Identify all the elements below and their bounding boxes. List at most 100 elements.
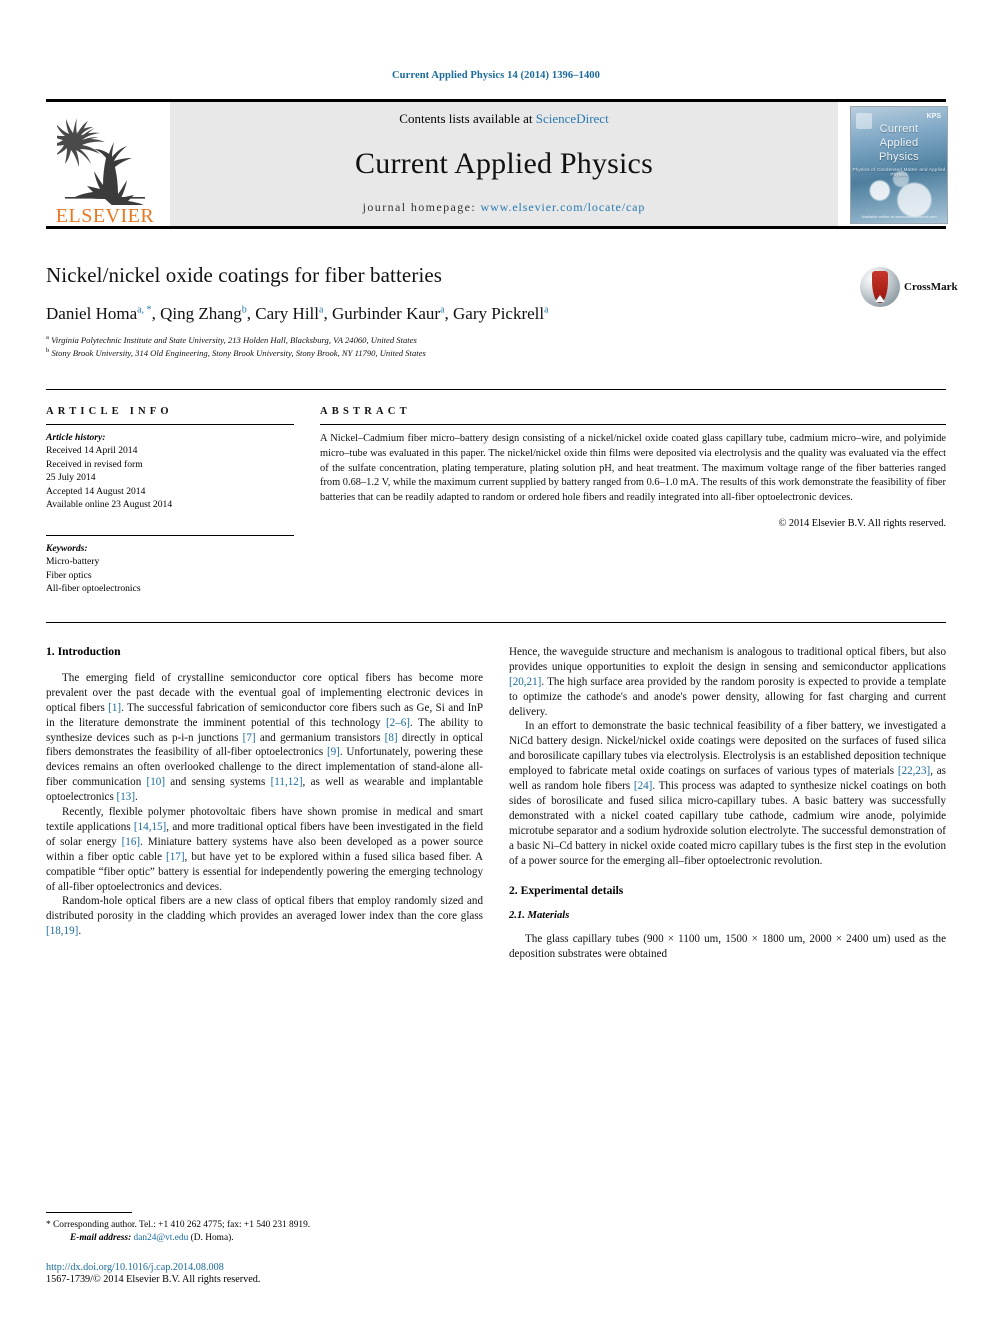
citation-ref[interactable]: [14,15] (134, 821, 166, 833)
affiliation-text: Virginia Polytechnic Institute and State… (51, 334, 417, 345)
crossmark-arrow-icon (875, 295, 885, 302)
citation-ref[interactable]: [20,21] (509, 676, 541, 688)
abstract-rule (320, 424, 946, 425)
author-name: Qing Zhang (160, 304, 242, 323)
abstract-copyright: © 2014 Elsevier B.V. All rights reserved… (778, 517, 946, 529)
doi-link[interactable]: http://dx.doi.org/10.1016/j.cap.2014.08.… (46, 1262, 486, 1273)
article-history-item: 25 July 2014 (46, 472, 96, 484)
issn-copyright-line: 1567-1739/© 2014 Elsevier B.V. All right… (46, 1274, 261, 1285)
citation-ref[interactable]: [9] (327, 746, 340, 758)
journal-title: Current Applied Physics (355, 146, 653, 180)
author-item: Cary Hilla (255, 304, 323, 323)
paragraph: The emerging field of crystalline semico… (46, 671, 484, 804)
citation-ref[interactable]: [8] (385, 732, 398, 744)
crossmark-label: CrossMark (904, 281, 958, 293)
article-history-item: Available online 23 August 2014 (46, 499, 173, 511)
footnote-block: * Corresponding author. Tel.: +1 410 262… (46, 1211, 486, 1285)
citation-ref[interactable]: [10] (147, 776, 165, 788)
citation-ref[interactable]: [22,23] (898, 765, 930, 777)
cover-title-line2: Applied (879, 137, 919, 149)
keyword-item: Fiber optics (46, 569, 92, 581)
author-affil-mark: a (440, 304, 445, 316)
author-affil-mark: a (544, 304, 549, 316)
cover-title-line1: Current (879, 123, 919, 135)
crossmark-badge[interactable]: CrossMark (860, 265, 958, 309)
email-link[interactable]: dan24@vt.edu (134, 1233, 189, 1243)
affiliation-line: b Stony Brook University, 314 Old Engine… (46, 346, 946, 359)
author-name: Gurbinder Kaur (331, 304, 441, 323)
page-title: Nickel/nickel oxide coatings for fiber b… (46, 263, 443, 287)
author-affil-mark: a, * (137, 304, 152, 316)
title-block: Nickel/nickel oxide coatings for fiber b… (46, 263, 958, 371)
cover-image: KPS Current Applied Physics Physics of C… (850, 106, 948, 224)
citation-ref[interactable]: [16] (122, 836, 140, 848)
journal-article-page: Current Applied Physics 14 (2014) 1396–1… (0, 0, 992, 1323)
citation-ref[interactable]: [18,19] (46, 925, 78, 937)
author-affil-mark: a (319, 304, 324, 316)
abstract-text: A Nickel–Cadmium fiber micro–battery des… (320, 433, 946, 504)
crossmark-icon (860, 267, 900, 307)
paragraph: Hence, the waveguide structure and mecha… (509, 645, 946, 718)
author-name: Gary Pickrell (453, 304, 545, 323)
citation-ref[interactable]: [13] (117, 791, 135, 803)
keywords-label: Keywords: (46, 543, 88, 555)
author-item: Daniel Homaa, * (46, 304, 152, 323)
paragraph: Recently, flexible polymer photovoltaic … (46, 806, 483, 893)
citation-ref[interactable]: [1] (108, 702, 121, 714)
body-columns: 1. Introduction The emerging field of cr… (46, 645, 946, 962)
keyword-item: Micro-battery (46, 556, 100, 568)
author-name: Daniel Homa (46, 304, 138, 323)
paragraph: In an effort to demonstrate the basic te… (509, 720, 947, 867)
contents-list-line: Contents lists available at ScienceDirec… (399, 111, 608, 127)
affiliation-mark: b (46, 347, 50, 355)
journal-homepage-line: journal homepage: www.elsevier.com/locat… (363, 200, 646, 215)
author-name: Cary Hill (255, 304, 319, 323)
elsevier-tree-icon (49, 118, 153, 208)
email-owner: (D. Homa). (190, 1233, 234, 1244)
title-divider (46, 389, 946, 390)
article-history-item: Received 14 April 2014 (46, 445, 138, 456)
citation-ref[interactable]: [17] (166, 851, 184, 863)
author-item: Gurbinder Kaura (332, 304, 445, 323)
cover-subtitle: Physics of Condensed Matter and Applied … (852, 167, 946, 177)
citation-ref[interactable]: [2–6] (386, 717, 410, 729)
contents-prefix: Contents lists available at (399, 111, 536, 126)
article-info-column: ARTICLE INFO Article history: Received 1… (46, 406, 294, 596)
author-affil-mark: b (241, 304, 247, 316)
affiliation-text: Stony Brook University, 314 Old Engineer… (51, 348, 426, 359)
subsection-heading-materials: 2.1. Materials (509, 910, 570, 922)
affiliation-mark: a (46, 334, 49, 341)
cover-footer-text: Available online at www.sciencedirect.co… (861, 214, 937, 219)
corresponding-author-note: * Corresponding author. Tel.: +1 410 262… (46, 1219, 311, 1230)
author-item: Gary Pickrella (453, 304, 549, 323)
email-label: E-mail address: (70, 1233, 132, 1244)
citation-ref[interactable]: [24] (634, 780, 652, 792)
sciencedirect-link[interactable]: ScienceDirect (536, 111, 609, 126)
journal-homepage-link[interactable]: www.elsevier.com/locate/cap (481, 200, 646, 214)
cover-title-line3: Physics (879, 151, 919, 163)
article-info-rule (46, 424, 294, 425)
elsevier-logo: ELSEVIER (46, 102, 164, 226)
journal-banner: Contents lists available at ScienceDirec… (170, 102, 838, 226)
journal-cover-thumbnail: KPS Current Applied Physics Physics of C… (850, 106, 948, 224)
citation-ref[interactable]: [11,12] (271, 776, 303, 788)
affiliation-line: a Virginia Polytechnic Institute and Sta… (46, 333, 946, 346)
running-head: Current Applied Physics 14 (2014) 1396–1… (392, 70, 600, 81)
article-info-heading: ARTICLE INFO (46, 406, 173, 417)
keyword-item: All-fiber optoelectronics (46, 583, 141, 595)
article-history-label: Article history: (46, 432, 106, 443)
footnote-divider (46, 1211, 132, 1213)
keywords-rule (46, 535, 294, 537)
email-note: E-mail address: dan24@vt.edu (D. Homa). (46, 1232, 486, 1246)
journal-masthead: ELSEVIER Contents lists available at Sci… (46, 99, 948, 226)
paragraph: Random-hole optical fibers are a new cla… (46, 895, 483, 938)
abstract-bottom-divider (46, 621, 946, 623)
article-history-item: Accepted 14 August 2014 (46, 485, 146, 497)
author-item: Qing Zhangb (160, 304, 247, 323)
citation-ref[interactable]: [7] (243, 732, 256, 744)
paragraph: The glass capillary tubes (900 × 1100 um… (509, 933, 946, 961)
body-left-column: 1. Introduction The emerging field of cr… (46, 645, 483, 962)
author-list: Daniel Homaa, *, Qing Zhangb, Cary Hilla… (46, 304, 549, 323)
